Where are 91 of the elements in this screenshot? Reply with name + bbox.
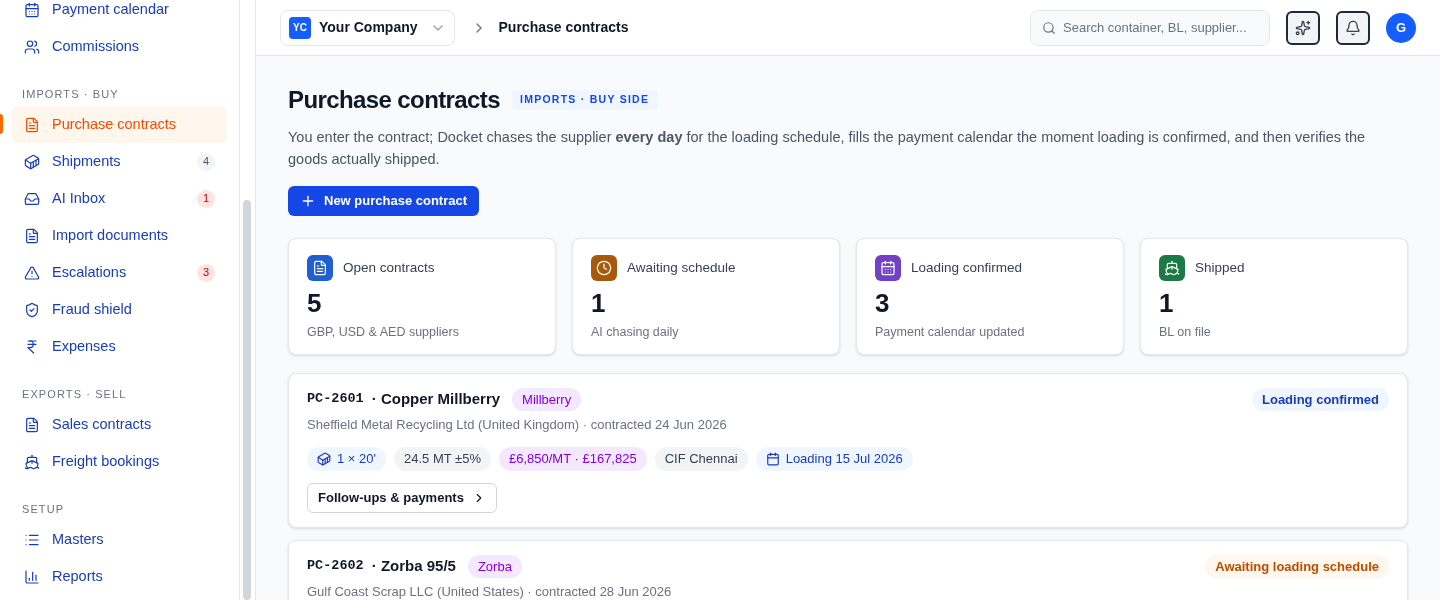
contract-code: PC-2602: [307, 557, 364, 576]
document-icon: [24, 227, 40, 244]
stat-value: 5: [307, 287, 323, 320]
section-tag: IMPORTS · BUY SIDE: [511, 90, 658, 110]
plus-icon: [300, 193, 316, 209]
sidebar-label: Reports: [52, 566, 104, 586]
info-chip: CIF Chennai: [654, 446, 748, 471]
count-badge: 1: [197, 189, 215, 208]
count-badge: 4: [197, 152, 215, 171]
sidebar-item[interactable]: Commissions: [12, 28, 227, 65]
active-indicator: [0, 114, 3, 134]
stat-label: Loading confirmed: [911, 258, 1023, 277]
users-icon: [24, 38, 40, 55]
new-contract-button[interactable]: New purchase contract: [288, 186, 480, 216]
sidebar-label: Commissions: [52, 36, 140, 56]
sidebar-label: Masters: [52, 529, 105, 549]
calendar-icon: [24, 1, 40, 18]
sparkle-icon: [1295, 19, 1311, 36]
status-badge: Loading confirmed: [1252, 387, 1389, 412]
stat-note: BL on file: [1159, 324, 1212, 341]
sidebar-item[interactable]: Import documents: [12, 217, 227, 254]
sidebar-item[interactable]: Fraud shield: [12, 291, 227, 328]
contract-title: · Zorba 95/5: [371, 556, 456, 577]
company-name: Your Company: [319, 18, 418, 37]
sidebar-item[interactable]: Escalations 3: [12, 254, 227, 291]
contract-title: · Copper Millberry: [371, 389, 501, 410]
grade-tag: Millberry: [512, 387, 582, 412]
sidebar-item[interactable]: Reports: [12, 558, 227, 595]
stat-label: Shipped: [1195, 258, 1245, 277]
stat-note: GBP, USD & AED suppliers: [307, 324, 460, 341]
contract-code: PC-2601: [307, 390, 364, 409]
ai-assistant-button[interactable]: [1286, 10, 1320, 45]
warning-icon: [24, 264, 40, 281]
sidebar-item[interactable]: AI Inbox 1: [12, 180, 227, 217]
ship-icon: [24, 453, 40, 470]
stat-value: 1: [1159, 287, 1175, 320]
notifications-button[interactable]: [1336, 10, 1370, 45]
stat-label: Open contracts: [343, 258, 435, 277]
stat-note: Payment calendar updated: [875, 324, 1026, 341]
company-logo: YC: [289, 16, 311, 39]
stat-label: Awaiting schedule: [627, 258, 736, 277]
info-chip: 24.5 MT ±5%: [394, 446, 491, 471]
bell-icon: [1345, 19, 1361, 36]
company-switcher[interactable]: YC Your Company: [280, 9, 455, 46]
sidebar-item[interactable]: Payment calendar: [12, 0, 227, 28]
rupee-icon: [24, 338, 40, 355]
page-title: Purchase contracts: [288, 85, 500, 115]
stat-value: 1: [591, 287, 607, 320]
user-avatar[interactable]: G: [1386, 12, 1416, 43]
container-icon: [24, 153, 40, 170]
stat-value: 3: [875, 287, 891, 320]
follow-ups-button[interactable]: Follow-ups & payments: [307, 482, 497, 513]
inbox-icon: [24, 190, 40, 207]
info-chip: 1 × 20': [307, 446, 386, 471]
breadcrumb: Purchase contracts: [498, 18, 629, 37]
sidebar-label: Fraud shield: [52, 299, 133, 319]
search-field[interactable]: Search container, BL, supplier...: [1030, 9, 1270, 46]
supplier-line: Gulf Coast Scrap LLC (United States) · contracted 28 Jun 2026: [307, 583, 673, 600]
calendar-icon: [765, 451, 780, 466]
supplier-line: Sheffield Metal Recycling Ltd (United Kingdom) · contracted 24 Jun 2026: [307, 416, 728, 435]
section-heading: SETUP: [21, 502, 66, 516]
sidebar-label: Freight bookings: [52, 451, 161, 471]
stat-note: AI chasing daily: [591, 324, 680, 341]
sidebar-item[interactable]: Freight bookings: [12, 443, 227, 480]
document-icon: [24, 116, 40, 133]
search-icon: [1042, 20, 1056, 35]
shield-icon: [24, 301, 40, 318]
count-badge: 3: [197, 263, 215, 282]
sidebar-label: Purchase contracts: [52, 114, 178, 134]
status-badge: Awaiting loading schedule: [1205, 554, 1389, 579]
sidebar-label: Shipments: [52, 151, 122, 171]
sidebar-label: Import documents: [52, 225, 170, 245]
info-chip: Loading 15 Jul 2026: [755, 446, 913, 471]
page-description: You enter the contract; Docket chases the supplier every day for the loading schedule, fills the payment calendar the moment loading is confirmed, and then verifies the goods actually shipped.: [288, 128, 1367, 169]
info-chip: £6,850/MT · £167,825: [499, 446, 647, 471]
sidebar-label: Payment calendar: [52, 0, 170, 19]
section-heading: IMPORTS · BUY: [21, 87, 120, 101]
sidebar-label: Escalations: [52, 262, 128, 282]
sidebar-label: Sales contracts: [52, 414, 153, 434]
sidebar-item[interactable]: Sales contracts: [12, 406, 227, 443]
sidebar-label: AI Inbox: [52, 188, 107, 208]
scrollbar[interactable]: [243, 200, 251, 600]
document-icon: [24, 416, 40, 433]
sidebar-item[interactable]: Masters: [12, 521, 227, 558]
sidebar-item[interactable]: Shipments 4: [12, 143, 227, 180]
container-icon: [317, 451, 331, 466]
sidebar-item[interactable]: Expenses: [12, 328, 227, 365]
section-heading: EXPORTS · SELL: [21, 387, 128, 401]
sidebar-label: Expenses: [52, 336, 117, 356]
grade-tag: Zorba: [467, 554, 522, 579]
bar-chart-icon: [24, 568, 40, 585]
